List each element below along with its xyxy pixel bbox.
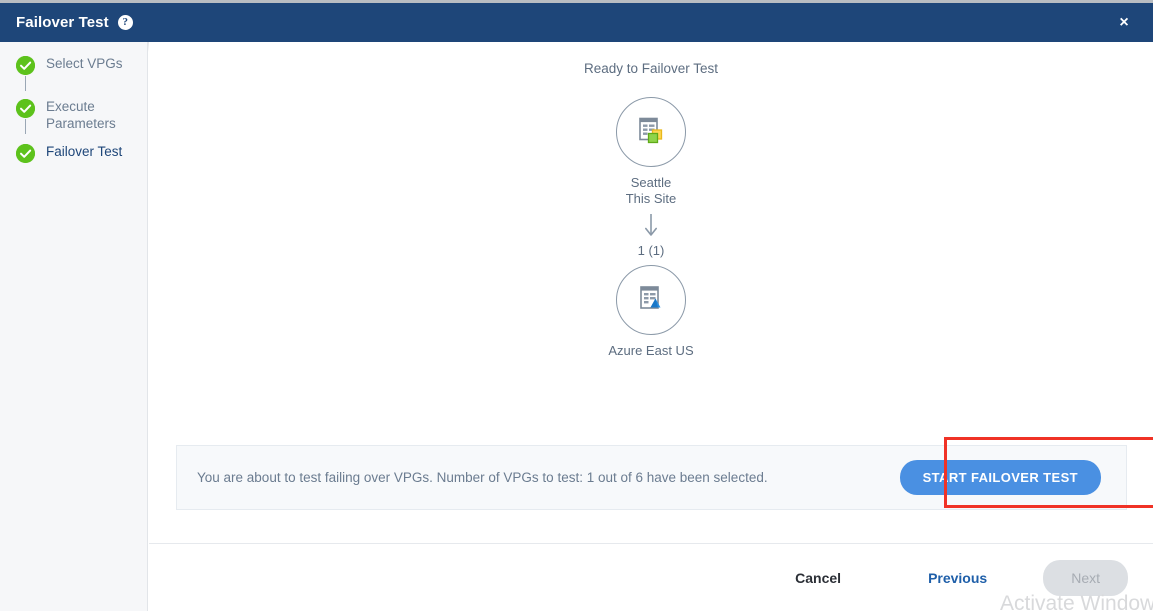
start-failover-test-button[interactable]: START FAILOVER TEST <box>899 460 1101 495</box>
source-site-label: Seattle This Site <box>626 175 677 206</box>
sidebar-step-select-vpgs[interactable]: Select VPGs <box>0 55 147 91</box>
check-circle-icon <box>16 56 35 75</box>
close-icon[interactable]: × <box>1113 12 1135 34</box>
step-marker <box>16 56 35 91</box>
step-list: Select VPGs Execute Parameters Failover … <box>0 55 147 175</box>
source-site-sublabel: This Site <box>625 190 677 206</box>
step-connector-line <box>25 76 26 91</box>
vpg-document-icon <box>634 113 668 152</box>
ready-status-title: Ready to Failover Test <box>583 61 719 76</box>
step-marker <box>16 99 35 134</box>
arrow-down-icon <box>643 213 659 239</box>
sidebar-step-failover-test[interactable]: Failover Test <box>0 143 147 175</box>
target-site-node <box>616 265 686 335</box>
failover-test-wizard-dialog: Failover Test ? × Select VPGs Execute Pa… <box>0 0 1153 611</box>
next-button: Next <box>1043 559 1128 596</box>
target-site-label: Azure East US <box>608 343 694 358</box>
dialog-footer: Cancel Previous Next <box>149 544 1153 611</box>
azure-document-icon <box>634 281 668 320</box>
failover-notice-message: You are about to test failing over VPGs.… <box>197 470 768 485</box>
step-marker <box>16 144 35 163</box>
replication-topology-diagram: Seattle This Site 1 (1) Azure East US <box>149 97 1153 359</box>
sidebar-step-label: Select VPGs <box>46 56 123 71</box>
wizard-steps-sidebar: Select VPGs Execute Parameters Failover … <box>0 42 148 611</box>
dialog-title: Failover Test <box>16 14 109 31</box>
dialog-header: Failover Test ? × <box>0 3 1153 42</box>
main-content: Ready to Failover Test Seattle This Site… <box>149 42 1153 611</box>
sidebar-step-execute-parameters[interactable]: Execute Parameters <box>0 98 147 134</box>
help-circle-icon[interactable]: ? <box>117 15 133 30</box>
vpg-flow-count: 1 (1) <box>637 243 665 258</box>
cancel-button[interactable]: Cancel <box>785 562 851 594</box>
source-site-name: Seattle <box>630 175 672 190</box>
check-circle-icon <box>16 144 35 163</box>
check-circle-icon <box>16 99 35 118</box>
step-connector-line <box>25 119 26 134</box>
sidebar-step-label: Execute Parameters <box>46 99 116 131</box>
source-site-node <box>616 97 686 167</box>
previous-button[interactable]: Previous <box>918 562 997 594</box>
sidebar-step-label: Failover Test <box>46 144 123 159</box>
failover-notice-bar: You are about to test failing over VPGs.… <box>176 445 1127 510</box>
